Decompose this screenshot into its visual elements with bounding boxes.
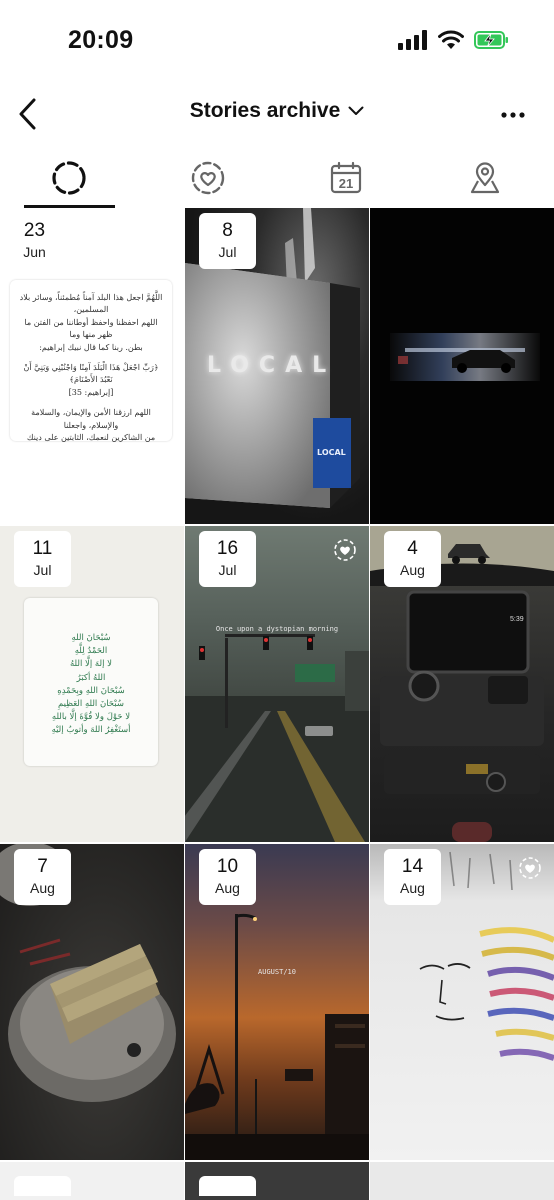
tab-map[interactable] <box>416 148 554 208</box>
dhikr-line: سُبْحَانَ اللهِ العَظِيمِ <box>58 698 124 709</box>
cellular-signal-icon <box>398 30 427 50</box>
date-day: 4 <box>407 538 418 559</box>
story-caption: Once upon a dystopian morning <box>215 625 339 633</box>
date-day: 11 <box>32 538 53 559</box>
header: Stories archive <box>0 82 554 148</box>
status-bar: 20:09 <box>0 0 554 82</box>
dhikr-line: سُبْحَانَ اللهِ <box>71 633 111 643</box>
chevron-down-icon <box>348 106 364 115</box>
tab-stories[interactable] <box>0 148 139 208</box>
story-thumbnail[interactable]: اللَّهُمَّ اجعل هذا البلد آمناً مُطمئناً… <box>0 208 184 524</box>
story-photo-car <box>390 333 540 381</box>
date-badge <box>14 1176 71 1196</box>
date-month: Jul <box>33 562 52 578</box>
dua-line: [إبراهيم: 35] <box>68 387 114 397</box>
dhikr-line: الحَمْدُ لِلَّهِ <box>74 646 108 657</box>
calendar-icon: 21 <box>331 161 362 194</box>
date-month: Aug <box>215 880 240 896</box>
date-badge: 4 Aug <box>384 531 441 587</box>
liked-heart-icon <box>519 857 541 879</box>
battery-charging-icon <box>474 31 508 49</box>
date-badge: 23 Jun <box>6 213 63 269</box>
status-time: 20:09 <box>68 26 134 54</box>
story-thumbnail[interactable] <box>185 1162 369 1200</box>
date-badge: 11 Jul <box>14 531 71 587</box>
story-thumbnail[interactable]: 7 Aug <box>0 844 184 1160</box>
liked-heart-icon <box>334 539 356 561</box>
dashed-circle-icon <box>52 161 86 195</box>
date-badge: 16 Jul <box>199 531 256 587</box>
story-thumbnail[interactable]: 5:39 4 Aug <box>370 526 554 842</box>
date-badge: 7 Aug <box>14 849 71 905</box>
story-thumbnail[interactable]: LOCAL LOCAL 8 Jul <box>185 208 369 524</box>
more-options-button[interactable] <box>496 100 530 130</box>
sign-text: LOCAL <box>207 353 337 378</box>
date-month: Aug <box>30 880 55 896</box>
story-thumbnail[interactable] <box>370 1162 554 1200</box>
story-thumbnail[interactable]: 14 Aug <box>370 844 554 1160</box>
story-thumbnail[interactable]: سُبْحَانَ اللهِ الحَمْدُ لِلَّهِ لا إلهَ… <box>0 526 184 842</box>
story-thumbnail[interactable] <box>0 1162 184 1200</box>
dua-line: اللهم احفظنا واحفظ أوطاننا من الفتن ما ظ… <box>24 317 158 340</box>
date-badge: 14 Aug <box>384 849 441 905</box>
story-caption: AUGUST/10 <box>258 968 296 976</box>
date-day: 8 <box>222 220 233 241</box>
dua-text-card: اللَّهُمَّ اجعل هذا البلد آمناً مُطمئناً… <box>10 280 172 442</box>
date-day: 23 <box>23 220 46 241</box>
archive-type-dropdown[interactable]: Stories archive <box>0 99 554 123</box>
dhikr-line: أستَغْفِرُ اللهَ وأتوبُ إليْهِ <box>51 725 131 736</box>
dhikr-line: لا حَوْلَ ولا قُوَّةَ إلَّا باللهِ <box>51 712 131 723</box>
dhikr-line: اللهُ أكبَرُ <box>76 672 106 683</box>
calendar-icon-label: 21 <box>339 176 353 191</box>
map-pin-icon <box>470 162 499 194</box>
status-icons <box>398 30 510 50</box>
poster-text: LOCAL <box>317 448 346 457</box>
tab-calendar[interactable]: 21 <box>277 148 416 208</box>
date-badge <box>199 1176 256 1196</box>
page-title: Stories archive <box>189 99 341 122</box>
dua-line: من الشاكرين لنعمك، الثابتين على دينك <box>26 432 156 442</box>
tab-liked-stories[interactable] <box>139 148 278 208</box>
dhikr-card: سُبْحَانَ اللهِ الحَمْدُ لِلَّهِ لا إلهَ… <box>24 598 158 766</box>
stories-grid: اللَّهُمَّ اجعل هذا البلد آمناً مُطمئناً… <box>0 208 554 1200</box>
date-day: 7 <box>37 856 48 877</box>
date-month: Aug <box>400 562 425 578</box>
story-thumbnail[interactable] <box>370 208 554 524</box>
date-day: 16 <box>216 538 239 559</box>
date-month: Jun <box>23 244 46 260</box>
heart-circle-icon <box>191 161 224 195</box>
wifi-icon <box>438 30 464 49</box>
dua-line: بطن. ربنا كما قال نبيك إبراهيم: <box>39 342 143 352</box>
story-thumbnail[interactable]: Once upon a dystopian morning 16 Jul <box>185 526 369 842</box>
date-badge: 8 Jul <box>199 213 256 269</box>
more-horizontal-icon <box>501 112 525 118</box>
date-day: 10 <box>216 856 239 877</box>
date-month: Jul <box>218 562 237 578</box>
date-day: 14 <box>401 856 424 877</box>
dhikr-line: سُبْحَانَ اللهِ وبِحَمْدِهِ <box>57 685 125 696</box>
dua-line: ﴿رَبِّ اجْعَلْ هَذَا الْبَلَدَ آمِنًا وَ… <box>23 362 159 385</box>
dhikr-line: لا إلهَ إلَّا اللهُ <box>70 659 112 670</box>
archive-tabs: 21 <box>0 148 554 208</box>
story-thumbnail[interactable]: AUGUST/10 10 Aug <box>185 844 369 1160</box>
dashboard-screen-clock: 5:39 <box>510 616 524 623</box>
dua-line: اللهم ارزقنا الأمن والإيمان، والسلامة وا… <box>31 408 151 430</box>
date-month: Jul <box>218 244 237 260</box>
date-badge: 10 Aug <box>199 849 256 905</box>
dua-line: اللَّهُمَّ اجعل هذا البلد آمناً مُطمئناً… <box>19 293 163 315</box>
date-month: Aug <box>400 880 425 896</box>
